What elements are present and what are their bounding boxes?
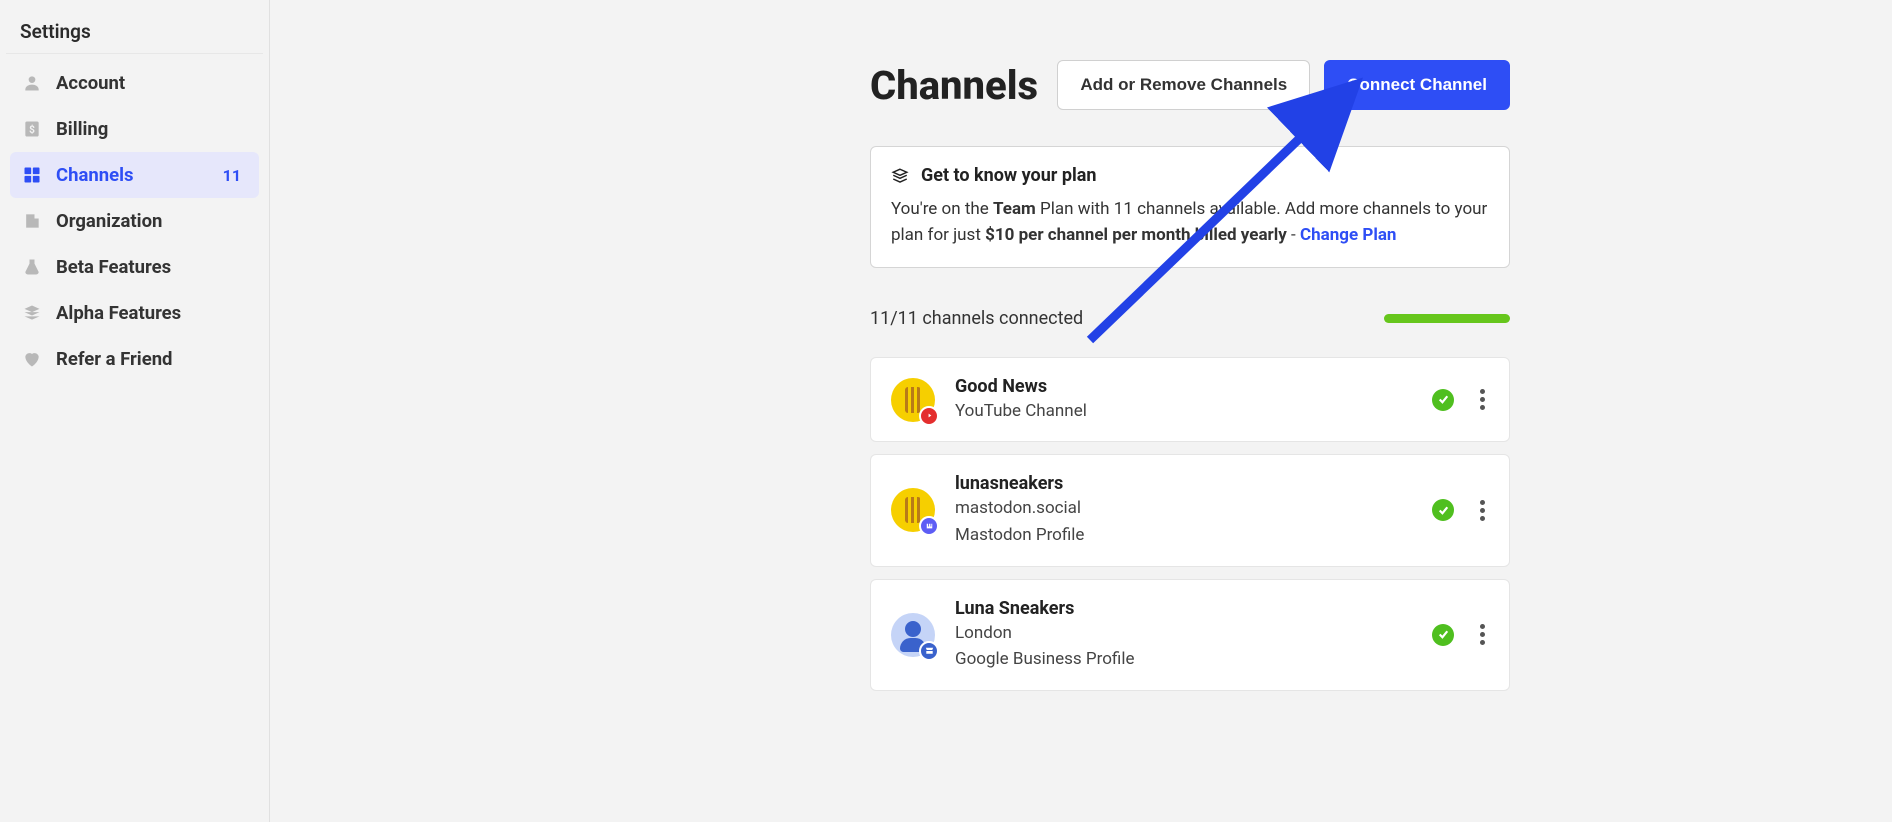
- change-plan-link[interactable]: Change Plan: [1300, 225, 1396, 245]
- plan-info-text: You're on the Team Plan with 11 channels…: [891, 196, 1489, 249]
- dollar-icon: $: [22, 119, 42, 139]
- channel-card[interactable]: Luna Sneakers London Google Business Pro…: [870, 579, 1510, 691]
- channel-type: YouTube Channel: [955, 399, 1412, 424]
- sidebar-item-account[interactable]: Account: [10, 60, 259, 106]
- plan-name: Team: [993, 199, 1036, 219]
- channel-type: Google Business Profile: [955, 647, 1412, 672]
- plan-info-card: Get to know your plan You're on the Team…: [870, 146, 1510, 268]
- header-actions: Add or Remove Channels Connect Channel: [1057, 60, 1510, 110]
- page-title: Channels: [870, 62, 1038, 109]
- sidebar-item-label: Organization: [56, 210, 247, 232]
- plan-text-3: -: [1287, 225, 1300, 245]
- channel-card[interactable]: Good News YouTube Channel: [870, 357, 1510, 443]
- connect-channel-button[interactable]: Connect Channel: [1324, 60, 1510, 110]
- grid-icon: [22, 165, 42, 185]
- channel-type: Mastodon Profile: [955, 523, 1412, 548]
- sidebar-title: Settings: [6, 10, 263, 54]
- sidebar-item-label: Alpha Features: [56, 302, 247, 324]
- channels-progress-bar: [1384, 314, 1510, 323]
- add-remove-channels-button[interactable]: Add or Remove Channels: [1057, 60, 1310, 110]
- kebab-menu-button[interactable]: [1476, 496, 1489, 525]
- sidebar-item-label: Beta Features: [56, 256, 247, 278]
- store-icon: [919, 641, 939, 661]
- check-icon: [1432, 624, 1454, 646]
- channel-server: mastodon.social: [955, 496, 1412, 521]
- plan-text-1: You're on the: [891, 199, 993, 219]
- mastodon-icon: [919, 516, 939, 536]
- sidebar: Settings Account $ Billing Channels 11: [0, 0, 270, 822]
- layers-icon: [22, 303, 42, 323]
- channel-name: Good News: [955, 376, 1412, 397]
- channels-count-badge: 11: [223, 166, 247, 185]
- sidebar-item-alpha-features[interactable]: Alpha Features: [10, 290, 259, 336]
- kebab-menu-button[interactable]: [1476, 385, 1489, 414]
- plan-info-title: Get to know your plan: [921, 165, 1096, 186]
- main-content: Channels Add or Remove Channels Connect …: [270, 0, 1892, 822]
- sidebar-item-billing[interactable]: $ Billing: [10, 106, 259, 152]
- person-icon: [22, 73, 42, 93]
- channel-name: lunasneakers: [955, 473, 1412, 494]
- layers-icon: [891, 167, 909, 185]
- heart-icon: [22, 349, 42, 369]
- avatar: [891, 488, 935, 532]
- channel-name: Luna Sneakers: [955, 598, 1412, 619]
- channel-location: London: [955, 621, 1412, 646]
- avatar: [891, 613, 935, 657]
- flask-icon: [22, 257, 42, 277]
- avatar: [891, 378, 935, 422]
- kebab-menu-button[interactable]: [1476, 620, 1489, 649]
- sidebar-item-organization[interactable]: Organization: [10, 198, 259, 244]
- sidebar-item-label: Billing: [56, 118, 247, 140]
- channel-info: lunasneakers mastodon.social Mastodon Pr…: [955, 473, 1412, 547]
- sidebar-item-beta-features[interactable]: Beta Features: [10, 244, 259, 290]
- channels-status-row: 11/11 channels connected: [870, 308, 1510, 329]
- sidebar-item-label: Account: [56, 72, 247, 94]
- channel-info: Good News YouTube Channel: [955, 376, 1412, 424]
- plan-price-text: $10 per channel per month billed yearly: [985, 225, 1287, 245]
- channels-status-text: 11/11 channels connected: [870, 308, 1083, 329]
- sidebar-item-label: Channels: [56, 164, 209, 186]
- svg-text:$: $: [29, 123, 35, 136]
- check-icon: [1432, 389, 1454, 411]
- sidebar-item-label: Refer a Friend: [56, 348, 247, 370]
- check-icon: [1432, 499, 1454, 521]
- building-icon: [22, 211, 42, 231]
- page-header: Channels Add or Remove Channels Connect …: [870, 60, 1510, 110]
- youtube-icon: [919, 406, 939, 426]
- channel-list: Good News YouTube Channel: [870, 357, 1510, 691]
- channel-card[interactable]: lunasneakers mastodon.social Mastodon Pr…: [870, 454, 1510, 566]
- channel-info: Luna Sneakers London Google Business Pro…: [955, 598, 1412, 672]
- sidebar-item-refer-friend[interactable]: Refer a Friend: [10, 336, 259, 382]
- sidebar-item-channels[interactable]: Channels 11: [10, 152, 259, 198]
